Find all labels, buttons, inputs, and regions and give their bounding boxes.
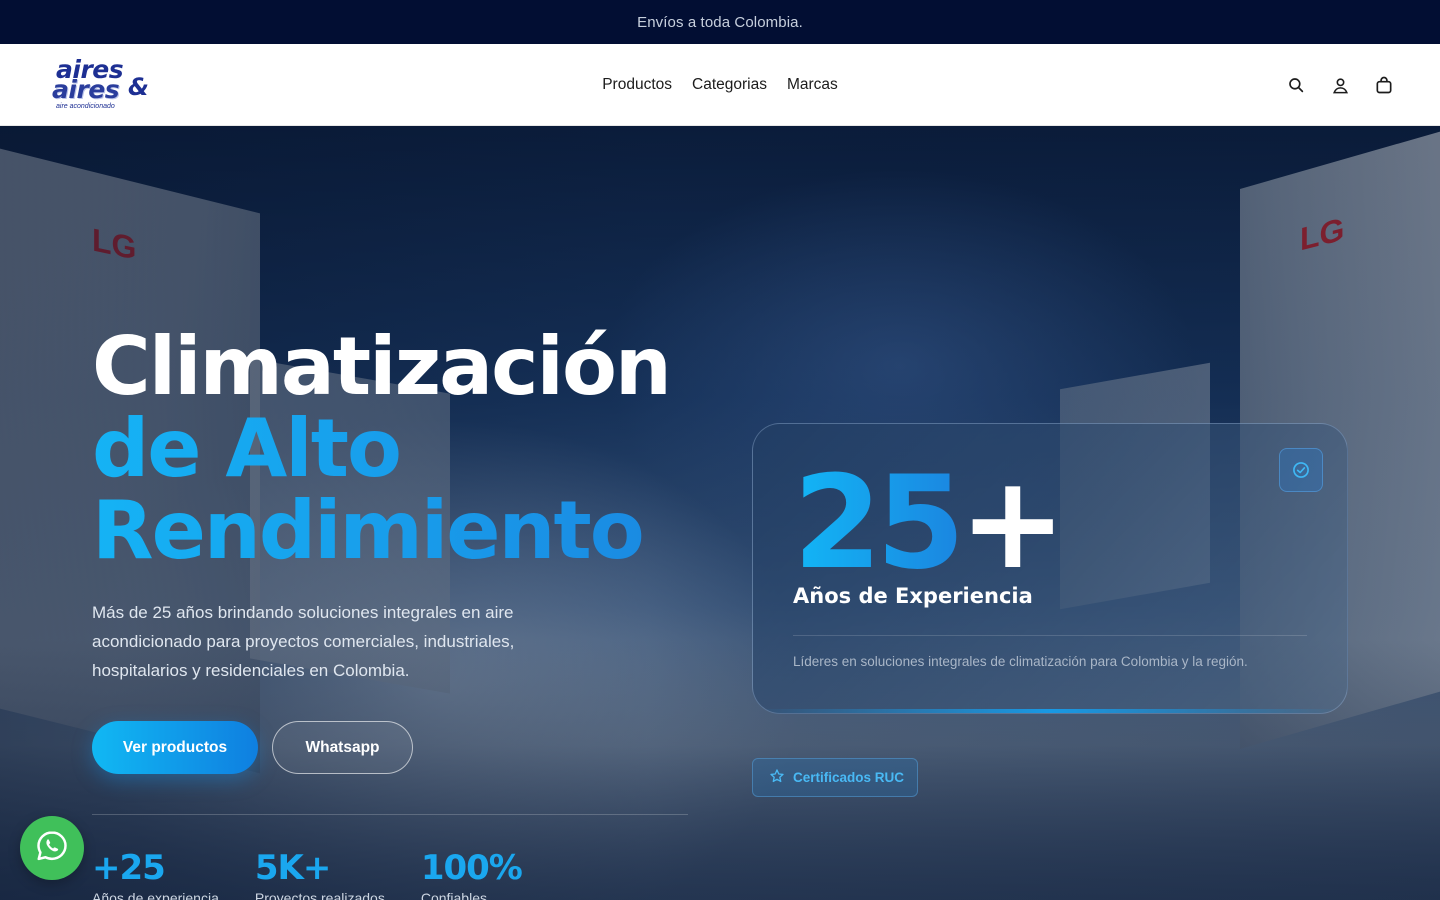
card-accent-bar <box>753 709 1347 713</box>
nav-item-productos[interactable]: Productos <box>602 76 672 94</box>
nav-item-marcas[interactable]: Marcas <box>787 76 838 94</box>
experience-card: 25+ Años de Experiencia Líderes en soluc… <box>752 423 1348 714</box>
search-icon[interactable] <box>1284 73 1308 97</box>
logo-word-2: aires <box>52 74 120 104</box>
hero-buttons: Ver productos Whatsapp <box>92 721 712 774</box>
hero-content: Climatización de Alto Rendimiento Más de… <box>92 326 712 774</box>
experience-subtitle: Líderes en soluciones integrales de clim… <box>793 654 1248 669</box>
stats-divider <box>92 814 688 815</box>
logo-ampersand: & <box>128 72 149 101</box>
stat-projects: 5K+ Proyectos realizados <box>255 848 385 900</box>
main-nav: Productos Categorias Marcas <box>0 44 1440 126</box>
announcement-bar: Envíos a toda Colombia. <box>0 0 1440 44</box>
ver-productos-button[interactable]: Ver productos <box>92 721 258 774</box>
announcement-text: Envíos a toda Colombia. <box>637 13 803 31</box>
stat-label: Proyectos realizados <box>254 890 385 900</box>
experience-number-plus: + <box>959 449 1066 598</box>
nav-item-categorias[interactable]: Categorias <box>692 76 767 94</box>
logo-tagline: aire acondicionado <box>56 102 115 110</box>
stat-value: 100% <box>420 848 523 888</box>
whatsapp-icon <box>34 828 70 869</box>
hero-description: Más de 25 años brindando soluciones inte… <box>92 603 515 680</box>
whatsapp-button[interactable]: Whatsapp <box>272 721 413 774</box>
experience-number: 25+ <box>793 454 1066 594</box>
header-actions <box>1284 73 1396 97</box>
stats-row: +25 Años de experiencia 5K+ Proyectos re… <box>92 848 558 900</box>
site-header: aires aires & aire acondicionado Product… <box>0 44 1440 126</box>
stat-experience: +25 Años de experiencia <box>92 848 219 900</box>
verified-check-icon <box>1279 448 1323 492</box>
account-icon[interactable] <box>1328 73 1352 97</box>
hero-title-line-1: Climatización <box>92 320 672 413</box>
hero-section: LG LG Climatización de Alto Rendimiento … <box>0 126 1440 900</box>
brand-logo[interactable]: aires aires & aire acondicionado <box>44 57 156 113</box>
hero-title-line-3: Rendimiento <box>92 490 712 572</box>
card-divider <box>793 635 1307 636</box>
hero-title-line-2: de Alto <box>92 408 712 490</box>
whatsapp-float-button[interactable] <box>20 816 84 880</box>
cart-icon[interactable] <box>1372 73 1396 97</box>
certificates-label: Certificados RUC <box>793 770 905 785</box>
star-icon <box>769 768 785 787</box>
certificates-badge[interactable]: Certificados RUC <box>752 758 918 797</box>
hero-title: Climatización de Alto Rendimiento <box>92 326 712 572</box>
experience-number-value: 25 <box>793 449 965 598</box>
stat-value: 5K+ <box>254 848 331 888</box>
stat-label: Confiables <box>420 890 487 900</box>
stat-value: +25 <box>92 848 166 888</box>
experience-title: Años de Experiencia <box>793 584 1033 608</box>
stat-label: Años de experiencia <box>92 890 219 900</box>
stat-reliable: 100% Confiables <box>420 848 523 900</box>
